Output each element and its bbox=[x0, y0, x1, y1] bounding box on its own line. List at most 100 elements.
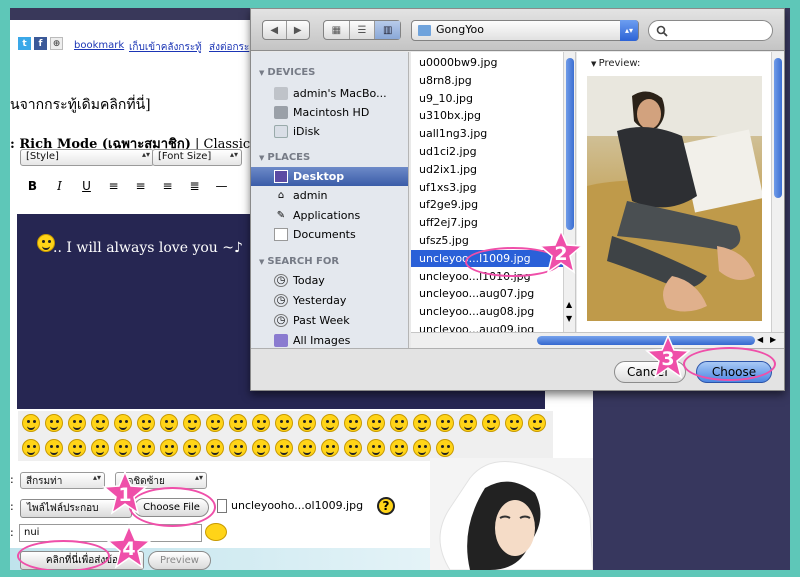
emoticon-item[interactable] bbox=[112, 412, 133, 434]
scrollbar-thumb[interactable] bbox=[774, 58, 782, 198]
preview-button[interactable]: Preview bbox=[148, 551, 211, 570]
scroll-right-icon[interactable]: ▶ bbox=[770, 335, 776, 344]
emoticon-item[interactable] bbox=[250, 437, 271, 459]
file-item[interactable]: ud2ix1.jpg bbox=[411, 161, 563, 178]
emoticon-item[interactable] bbox=[503, 412, 524, 434]
back-icon[interactable]: ◀ bbox=[263, 21, 287, 39]
horizontal-rule-icon[interactable]: — bbox=[211, 176, 232, 195]
emoticon-item[interactable] bbox=[526, 412, 547, 434]
file-item[interactable]: uncleyoo...aug09.jpg bbox=[411, 321, 563, 332]
emoticon-item[interactable] bbox=[181, 412, 202, 434]
sidebar-item-macintosh-hd[interactable]: Macintosh HD bbox=[251, 103, 408, 122]
scroll-up-icon[interactable]: ▲ bbox=[566, 300, 572, 309]
emoticon-item[interactable] bbox=[480, 412, 501, 434]
emoticon-item[interactable] bbox=[43, 437, 64, 459]
sidebar-item-documents[interactable]: Documents bbox=[251, 225, 408, 244]
emoticon-item[interactable] bbox=[89, 437, 110, 459]
list-view-icon[interactable]: ☰ bbox=[350, 21, 376, 39]
emoticon-item[interactable] bbox=[273, 437, 294, 459]
emoticon-item[interactable] bbox=[457, 412, 478, 434]
file-item[interactable]: uncleyoo...aug08.jpg bbox=[411, 303, 563, 320]
emoticon-item[interactable] bbox=[135, 437, 156, 459]
sidebar-item-desktop[interactable]: Desktop bbox=[251, 167, 408, 186]
scroll-left-icon[interactable]: ◀ bbox=[757, 335, 763, 344]
sidebar-item-past-week[interactable]: ◷ Past Week bbox=[251, 311, 408, 330]
emoticon-item[interactable] bbox=[365, 412, 386, 434]
file-list-scrollbar[interactable]: ▲ ▼ bbox=[563, 52, 575, 332]
help-icon[interactable]: ? bbox=[377, 497, 395, 515]
column-view-icon[interactable]: ▥ bbox=[375, 21, 401, 39]
preview-scrollbar[interactable] bbox=[771, 52, 784, 332]
emoticon-item[interactable] bbox=[66, 412, 87, 434]
sidebar-item-macbook[interactable]: admin's MacBo... bbox=[251, 84, 408, 103]
horizontal-scrollbar[interactable]: ◀ ▶ bbox=[411, 332, 784, 348]
sidebar-item-admin[interactable]: ⌂ admin bbox=[251, 186, 408, 205]
bold-icon[interactable]: B bbox=[22, 176, 43, 195]
emoticon-item[interactable] bbox=[227, 412, 248, 434]
file-item[interactable]: u0000bw9.jpg bbox=[411, 54, 563, 71]
emoticon-item[interactable] bbox=[158, 437, 179, 459]
sidebar-item-yesterday[interactable]: ◷ Yesterday bbox=[251, 291, 408, 310]
emoticon-item[interactable] bbox=[273, 412, 294, 434]
italic-icon[interactable]: I bbox=[49, 176, 70, 195]
align-left-icon[interactable]: ≡ bbox=[103, 176, 124, 195]
color-select[interactable]: สีกรมท่า ▴▾ bbox=[20, 472, 105, 489]
sidebar-item-today[interactable]: ◷ Today bbox=[251, 271, 408, 290]
style-select[interactable]: [Style] ▴▾ bbox=[20, 149, 154, 166]
icon-view-icon[interactable]: ▦ bbox=[324, 21, 350, 39]
sidebar-item-applications[interactable]: ✎ Applications bbox=[251, 206, 408, 225]
file-item[interactable]: uall1ng3.jpg bbox=[411, 125, 563, 142]
share-icon[interactable]: ⊕ bbox=[50, 37, 63, 50]
emoticon-item[interactable] bbox=[204, 437, 225, 459]
scroll-down-icon[interactable]: ▼ bbox=[566, 314, 572, 323]
emoticon-item[interactable] bbox=[227, 437, 248, 459]
emoticon-item[interactable] bbox=[296, 412, 317, 434]
file-item[interactable]: u8rn8.jpg bbox=[411, 72, 563, 89]
emoticon-item[interactable] bbox=[434, 437, 455, 459]
file-item[interactable]: u310bx.jpg bbox=[411, 107, 563, 124]
align-center-icon[interactable]: ≡ bbox=[130, 176, 151, 195]
emoticon-item[interactable] bbox=[342, 437, 363, 459]
emoticon-item[interactable] bbox=[319, 412, 340, 434]
twitter-icon[interactable]: t bbox=[18, 37, 31, 50]
emoticon-item[interactable] bbox=[434, 412, 455, 434]
emoticon-item[interactable] bbox=[66, 437, 87, 459]
emoticon-item[interactable] bbox=[411, 412, 432, 434]
emoticon-item[interactable] bbox=[342, 412, 363, 434]
emoticon-item[interactable] bbox=[388, 437, 409, 459]
emoticon-item[interactable] bbox=[89, 412, 110, 434]
emoticon-item[interactable] bbox=[388, 412, 409, 434]
facebook-icon[interactable]: f bbox=[34, 37, 47, 50]
file-item[interactable]: uf2ge9.jpg bbox=[411, 196, 563, 213]
emoticon-item[interactable] bbox=[365, 437, 386, 459]
location-popup[interactable]: GongYoo ▴▾ bbox=[411, 20, 639, 41]
file-item[interactable]: ud1ci2.jpg bbox=[411, 143, 563, 160]
justify-icon[interactable]: ≣ bbox=[184, 176, 205, 195]
emoticon-item[interactable] bbox=[411, 437, 432, 459]
forward-link[interactable]: ส่งต่อกระ bbox=[209, 40, 249, 55]
align-right-icon[interactable]: ≡ bbox=[157, 176, 178, 195]
scrollbar-thumb[interactable] bbox=[566, 58, 574, 230]
file-item[interactable]: u9_10.jpg bbox=[411, 90, 563, 107]
emoticon-item[interactable] bbox=[43, 412, 64, 434]
search-input[interactable] bbox=[648, 20, 773, 41]
font-size-select[interactable]: [Font Size] ▴▾ bbox=[152, 149, 242, 166]
bookmark-link[interactable]: bookmark bbox=[74, 40, 124, 51]
emoticon-item[interactable] bbox=[158, 412, 179, 434]
save-thread-link[interactable]: เก็บเข้าคลังกระทู้ bbox=[129, 40, 202, 55]
file-item[interactable]: uncleyoo...aug07.jpg bbox=[411, 285, 563, 302]
file-item[interactable]: uf1xs3.jpg bbox=[411, 179, 563, 196]
sidebar-item-all-images[interactable]: All Images bbox=[251, 331, 408, 348]
emoticon-item[interactable] bbox=[204, 412, 225, 434]
emoticon-item[interactable] bbox=[20, 412, 41, 434]
emoticon-item[interactable] bbox=[250, 412, 271, 434]
emoticon-item[interactable] bbox=[112, 437, 133, 459]
emoticon-item[interactable] bbox=[181, 437, 202, 459]
emoticon-item[interactable] bbox=[296, 437, 317, 459]
emoticon-item[interactable] bbox=[135, 412, 156, 434]
sidebar-item-idisk[interactable]: iDisk bbox=[251, 122, 408, 141]
emoticon-item[interactable] bbox=[20, 437, 41, 459]
underline-icon[interactable]: U bbox=[76, 176, 97, 195]
forward-icon[interactable]: ▶ bbox=[287, 21, 310, 39]
emoticon-item[interactable] bbox=[319, 437, 340, 459]
